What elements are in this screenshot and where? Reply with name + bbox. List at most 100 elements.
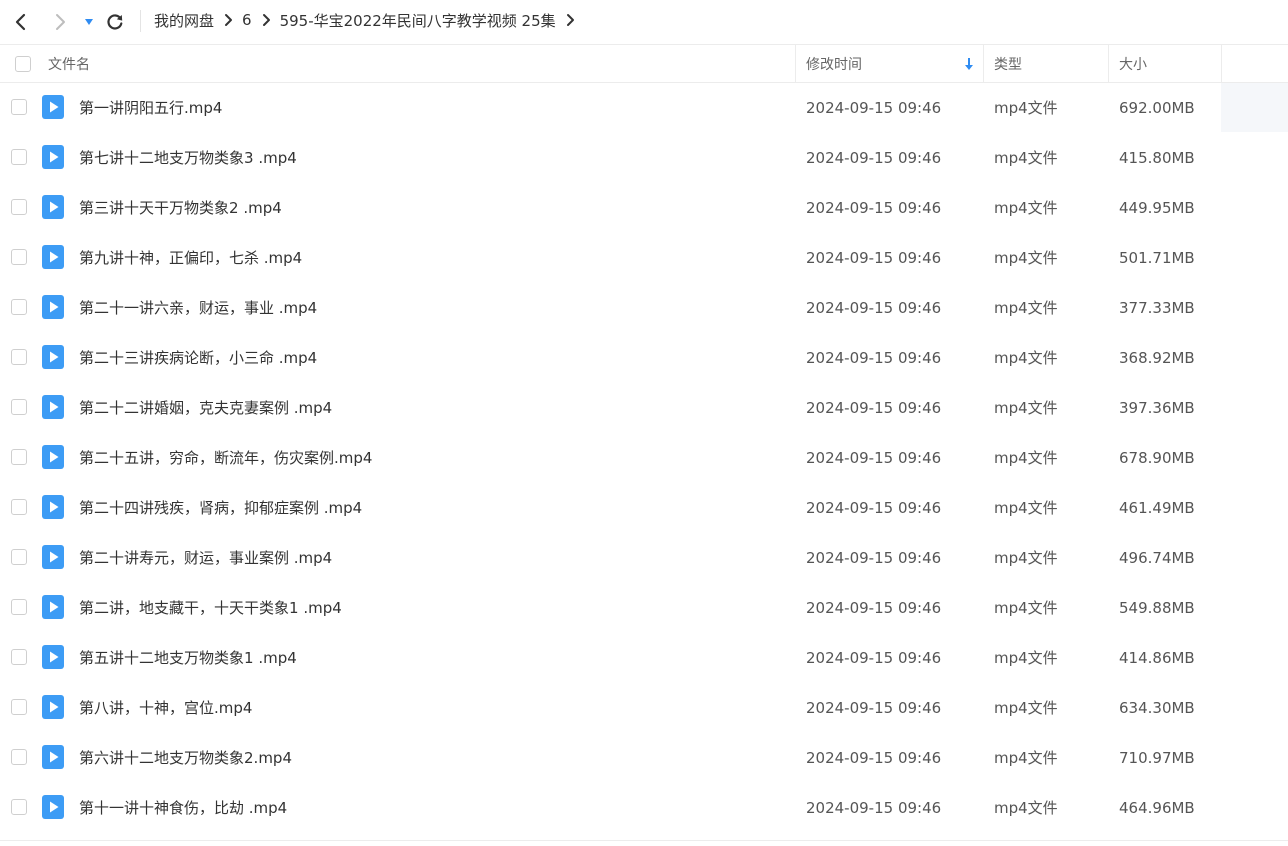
file-type: mp4文件 bbox=[994, 199, 1058, 217]
video-file-icon bbox=[42, 295, 64, 319]
row-checkbox[interactable] bbox=[11, 799, 27, 815]
row-checkbox[interactable] bbox=[11, 549, 27, 565]
history-dropdown-button[interactable] bbox=[76, 8, 102, 36]
row-checkbox[interactable] bbox=[11, 349, 27, 365]
file-size: 501.71MB bbox=[1119, 249, 1195, 267]
video-file-icon bbox=[42, 795, 64, 819]
file-name[interactable]: 第九讲十神，正偏印，七杀 .mp4 bbox=[79, 233, 302, 283]
file-name[interactable]: 第一讲阴阳五行.mp4 bbox=[79, 83, 222, 133]
column-header-type[interactable]: 类型 bbox=[994, 45, 1022, 83]
select-all-checkbox[interactable] bbox=[15, 56, 31, 72]
file-modified-time: 2024-09-15 09:46 bbox=[806, 649, 942, 667]
file-type: mp4文件 bbox=[994, 699, 1058, 717]
video-file-icon bbox=[42, 245, 64, 269]
file-name[interactable]: 第十一讲十神食伤，比劫 .mp4 bbox=[79, 783, 287, 833]
file-name[interactable]: 第二讲，地支藏干，十天干类象1 .mp4 bbox=[79, 583, 342, 633]
file-type: mp4文件 bbox=[994, 799, 1058, 817]
forward-button[interactable] bbox=[46, 8, 74, 36]
file-type: mp4文件 bbox=[994, 599, 1058, 617]
video-file-icon bbox=[42, 745, 64, 769]
refresh-button[interactable] bbox=[101, 8, 129, 36]
file-row[interactable]: 第二十一讲六亲，财运，事业 .mp4 2024-09-15 09:46 mp4文… bbox=[0, 283, 1288, 333]
file-name[interactable]: 第七讲十二地支万物类象3 .mp4 bbox=[79, 133, 297, 183]
row-checkbox[interactable] bbox=[11, 649, 27, 665]
file-row[interactable]: 第二讲，地支藏干，十天干类象1 .mp4 2024-09-15 09:46 mp… bbox=[0, 583, 1288, 633]
file-row[interactable]: 第十一讲十神食伤，比劫 .mp4 2024-09-15 09:46 mp4文件 … bbox=[0, 783, 1288, 833]
file-row[interactable]: 第二十四讲残疾，肾病，抑郁症案例 .mp4 2024-09-15 09:46 m… bbox=[0, 483, 1288, 533]
breadcrumb-item-folder[interactable]: 6 bbox=[242, 11, 252, 29]
file-name[interactable]: 第二十三讲疾病论断，小三命 .mp4 bbox=[79, 333, 317, 383]
file-modified-time: 2024-09-15 09:46 bbox=[806, 549, 942, 567]
video-file-icon bbox=[42, 395, 64, 419]
row-checkbox[interactable] bbox=[11, 449, 27, 465]
file-size: 692.00MB bbox=[1119, 99, 1195, 117]
video-file-icon bbox=[42, 695, 64, 719]
file-row[interactable]: 第一讲阴阳五行.mp4 2024-09-15 09:46 mp4文件 692.0… bbox=[0, 83, 1288, 133]
file-modified-time: 2024-09-15 09:46 bbox=[806, 99, 942, 117]
row-checkbox[interactable] bbox=[11, 699, 27, 715]
file-row[interactable]: 第三讲十天干万物类象2 .mp4 2024-09-15 09:46 mp4文件 … bbox=[0, 183, 1288, 233]
file-name[interactable]: 第二十一讲六亲，财运，事业 .mp4 bbox=[79, 283, 317, 333]
chevron-left-icon bbox=[15, 13, 26, 31]
chevron-right-icon bbox=[217, 13, 239, 27]
file-row[interactable]: 第七讲十二地支万物类象3 .mp4 2024-09-15 09:46 mp4文件… bbox=[0, 133, 1288, 183]
file-type: mp4文件 bbox=[994, 649, 1058, 667]
file-size: 710.97MB bbox=[1119, 749, 1195, 767]
row-checkbox[interactable] bbox=[11, 499, 27, 515]
file-name[interactable]: 第六讲十二地支万物类象2.mp4 bbox=[79, 733, 292, 783]
row-checkbox[interactable] bbox=[11, 99, 27, 115]
navigation-bar: 我的网盘 6 595-华宝2022年民间八字教学视频 25集 bbox=[0, 0, 1288, 44]
row-checkbox[interactable] bbox=[11, 199, 27, 215]
breadcrumb-item-root[interactable]: 我的网盘 bbox=[154, 10, 214, 31]
row-hover-area bbox=[1221, 83, 1288, 132]
file-name[interactable]: 第八讲，十神，宫位.mp4 bbox=[79, 683, 252, 733]
row-checkbox[interactable] bbox=[11, 249, 27, 265]
file-row[interactable]: 第二十二讲婚姻，克夫克妻案例 .mp4 2024-09-15 09:46 mp4… bbox=[0, 383, 1288, 433]
chevron-right-icon bbox=[56, 14, 65, 30]
file-row[interactable]: 第五讲十二地支万物类象1 .mp4 2024-09-15 09:46 mp4文件… bbox=[0, 633, 1288, 683]
sort-descending-icon[interactable] bbox=[963, 45, 975, 83]
file-name[interactable]: 第五讲十二地支万物类象1 .mp4 bbox=[79, 633, 297, 683]
file-size: 634.30MB bbox=[1119, 699, 1195, 717]
file-size: 449.95MB bbox=[1119, 199, 1195, 217]
file-type: mp4文件 bbox=[994, 249, 1058, 267]
video-file-icon bbox=[42, 195, 64, 219]
file-row[interactable]: 第二十讲寿元，财运，事业案例 .mp4 2024-09-15 09:46 mp4… bbox=[0, 533, 1288, 583]
row-checkbox[interactable] bbox=[11, 599, 27, 615]
column-header-name[interactable]: 文件名 bbox=[48, 45, 90, 83]
file-name[interactable]: 第二十五讲，穷命，断流年，伤灾案例.mp4 bbox=[79, 433, 372, 483]
file-name[interactable]: 第二十讲寿元，财运，事业案例 .mp4 bbox=[79, 533, 332, 583]
breadcrumb-item-current[interactable]: 595-华宝2022年民间八字教学视频 25集 bbox=[280, 10, 556, 31]
file-row[interactable]: 第六讲十二地支万物类象2.mp4 2024-09-15 09:46 mp4文件 … bbox=[0, 733, 1288, 783]
file-size: 464.96MB bbox=[1119, 799, 1195, 817]
video-file-icon bbox=[42, 595, 64, 619]
nav-divider bbox=[140, 10, 141, 32]
video-file-icon bbox=[42, 445, 64, 469]
file-name[interactable]: 第二十二讲婚姻，克夫克妻案例 .mp4 bbox=[79, 383, 332, 433]
back-button[interactable] bbox=[7, 8, 35, 36]
column-header-modified[interactable]: 修改时间 bbox=[806, 45, 862, 83]
row-checkbox[interactable] bbox=[11, 299, 27, 315]
file-list: 第一讲阴阳五行.mp4 2024-09-15 09:46 mp4文件 692.0… bbox=[0, 83, 1288, 833]
file-size: 368.92MB bbox=[1119, 349, 1195, 367]
file-size: 415.80MB bbox=[1119, 149, 1195, 167]
file-name[interactable]: 第二十四讲残疾，肾病，抑郁症案例 .mp4 bbox=[79, 483, 362, 533]
row-checkbox[interactable] bbox=[11, 749, 27, 765]
file-row[interactable]: 第二十五讲，穷命，断流年，伤灾案例.mp4 2024-09-15 09:46 m… bbox=[0, 433, 1288, 483]
column-divider bbox=[1221, 45, 1222, 83]
file-type: mp4文件 bbox=[994, 149, 1058, 167]
column-header-size[interactable]: 大小 bbox=[1119, 45, 1147, 83]
file-row[interactable]: 第八讲，十神，宫位.mp4 2024-09-15 09:46 mp4文件 634… bbox=[0, 683, 1288, 733]
file-modified-time: 2024-09-15 09:46 bbox=[806, 749, 942, 767]
file-row[interactable]: 第二十三讲疾病论断，小三命 .mp4 2024-09-15 09:46 mp4文… bbox=[0, 333, 1288, 383]
file-type: mp4文件 bbox=[994, 449, 1058, 467]
row-checkbox[interactable] bbox=[11, 399, 27, 415]
row-checkbox[interactable] bbox=[11, 149, 27, 165]
file-modified-time: 2024-09-15 09:46 bbox=[806, 499, 942, 517]
file-row[interactable]: 第九讲十神，正偏印，七杀 .mp4 2024-09-15 09:46 mp4文件… bbox=[0, 233, 1288, 283]
file-type: mp4文件 bbox=[994, 99, 1058, 117]
chevron-right-icon[interactable] bbox=[559, 13, 581, 27]
video-file-icon bbox=[42, 95, 64, 119]
column-divider bbox=[1108, 45, 1109, 83]
file-name[interactable]: 第三讲十天干万物类象2 .mp4 bbox=[79, 183, 282, 233]
